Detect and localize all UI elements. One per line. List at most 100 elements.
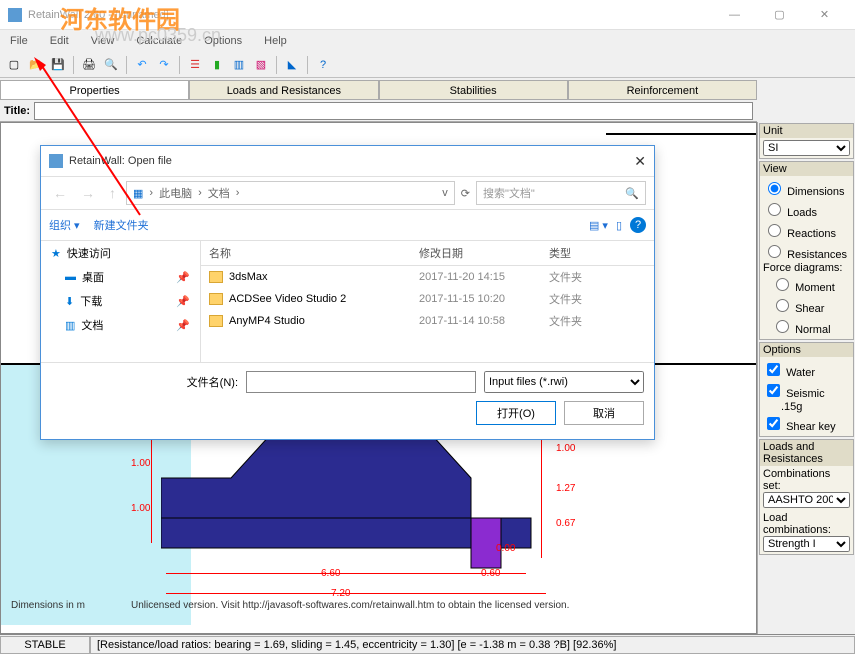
- view-reactions[interactable]: Reactions: [763, 220, 850, 241]
- unit-select[interactable]: SI: [763, 140, 850, 156]
- file-list: 名称 修改日期 类型 3dsMax2017-11-20 14:15文件夹 ACD…: [201, 241, 654, 362]
- dim-left2: 1.00: [131, 503, 150, 514]
- view-dimensions[interactable]: Dimensions: [763, 178, 850, 199]
- status-ratios: [Resistance/load ratios: bearing = 1.69,…: [90, 636, 855, 654]
- menu-file[interactable]: File: [6, 33, 32, 49]
- side-docs[interactable]: ▥文档📌: [41, 313, 200, 337]
- title-input[interactable]: [34, 102, 753, 120]
- tab-stabilities[interactable]: Stabilities: [379, 80, 568, 99]
- panel-options: Options Water Seismic .15g Shear key: [759, 342, 854, 437]
- close-button[interactable]: ✕: [802, 1, 847, 29]
- force-diagrams-label: Force diagrams:: [763, 262, 850, 274]
- panel-unit: Unit SI: [759, 123, 854, 159]
- title-row: Title:: [0, 100, 757, 122]
- search-input[interactable]: 搜索"文档" 🔍: [476, 181, 646, 205]
- nav-up-icon[interactable]: ↑: [105, 185, 120, 201]
- dim-left1: 1.00: [131, 458, 150, 469]
- undo-icon[interactable]: ↶: [132, 55, 152, 75]
- menu-help[interactable]: Help: [260, 33, 291, 49]
- organize-menu[interactable]: 组织 ▾: [49, 217, 80, 233]
- view-moment[interactable]: Moment: [763, 274, 850, 295]
- nav-back-icon[interactable]: ←: [49, 185, 71, 201]
- dialog-icon: [49, 154, 63, 168]
- view-mode-icon[interactable]: ▤ ▾: [589, 219, 608, 232]
- main-tabs: Properties Loads and Resistances Stabili…: [0, 78, 757, 100]
- menu-edit[interactable]: Edit: [46, 33, 73, 49]
- view-loads[interactable]: Loads: [763, 199, 850, 220]
- loadcombo-label: Load combinations:: [763, 512, 850, 536]
- unit-header: Unit: [760, 124, 853, 138]
- folder-icon: [209, 293, 223, 305]
- help-icon[interactable]: ?: [313, 55, 333, 75]
- folder-icon: [209, 315, 223, 327]
- tool3-icon[interactable]: ▥: [229, 55, 249, 75]
- open-file-dialog: RetainWall: Open file ✕ ← → ↑ ▦ › 此电脑 › …: [40, 145, 655, 440]
- filename-input[interactable]: [246, 371, 476, 393]
- options-header: Options: [760, 343, 853, 357]
- filetype-select[interactable]: Input files (*.rwi): [484, 371, 644, 393]
- dim-right2: 1.27: [556, 483, 575, 494]
- list-item[interactable]: ACDSee Video Studio 22017-11-15 10:20文件夹: [201, 288, 654, 310]
- side-desktop[interactable]: ▬桌面📌: [41, 265, 200, 289]
- comboset-label: Combinations set:: [763, 468, 850, 492]
- statusbar: STABLE [Resistance/load ratios: bearing …: [0, 634, 855, 654]
- dimensions-unit-note: Dimensions in m: [11, 600, 85, 611]
- cancel-button[interactable]: 取消: [564, 401, 644, 425]
- view-resistances[interactable]: Resistances: [763, 241, 850, 262]
- open-button[interactable]: 打开(O): [476, 401, 556, 425]
- nav-forward-icon[interactable]: →: [77, 185, 99, 201]
- dialog-close-button[interactable]: ✕: [634, 153, 646, 170]
- col-date[interactable]: 修改日期: [419, 245, 549, 261]
- help-dialog-icon[interactable]: ?: [630, 217, 646, 233]
- opt-seismic-val: .15g: [763, 401, 850, 413]
- list-item[interactable]: 3dsMax2017-11-20 14:15文件夹: [201, 266, 654, 288]
- tab-reinforcement[interactable]: Reinforcement: [568, 80, 757, 99]
- lr-header: Loads and Resistances: [760, 440, 853, 466]
- license-note: Unlicensed version. Visit http://javasof…: [131, 600, 569, 611]
- tab-loads[interactable]: Loads and Resistances: [189, 80, 378, 99]
- view-normal[interactable]: Normal: [763, 316, 850, 337]
- refresh-icon[interactable]: ⟳: [461, 187, 470, 200]
- preview-pane-icon[interactable]: ▯: [616, 219, 622, 232]
- preview-icon[interactable]: 🔍: [101, 55, 121, 75]
- tab-properties[interactable]: Properties: [0, 80, 189, 99]
- panel-view: View Dimensions Loads Reactions Resistan…: [759, 161, 854, 340]
- list-item[interactable]: AnyMP4 Studio2017-11-14 10:58文件夹: [201, 310, 654, 332]
- toolbar: ▢ 📂 💾 🖨 🔍 ↶ ↷ ☰ ▮ ▥ ▧ ◣ ?: [0, 52, 855, 78]
- tool2-icon[interactable]: ▮: [207, 55, 227, 75]
- redo-icon[interactable]: ↷: [154, 55, 174, 75]
- newfolder-button[interactable]: 新建文件夹: [94, 217, 149, 233]
- opt-shearkey[interactable]: Shear key: [763, 413, 850, 434]
- side-downloads[interactable]: ⬇下载📌: [41, 289, 200, 313]
- tool1-icon[interactable]: ☰: [185, 55, 205, 75]
- sidebar: Unit SI View Dimensions Loads Reactions …: [757, 122, 855, 634]
- print-icon[interactable]: 🖨: [79, 55, 99, 75]
- new-icon[interactable]: ▢: [4, 55, 24, 75]
- minimize-button[interactable]: —: [712, 1, 757, 29]
- comboset-select[interactable]: AASHTO 2007: [763, 492, 850, 508]
- folder-icon: [209, 271, 223, 283]
- status-stable: STABLE: [0, 636, 90, 654]
- dialog-title: RetainWall: Open file: [69, 155, 172, 167]
- col-type[interactable]: 类型: [549, 245, 571, 261]
- breadcrumb[interactable]: ▦ › 此电脑 › 文档 › v: [126, 181, 455, 205]
- col-name[interactable]: 名称: [209, 245, 419, 261]
- dim-right3: 0.67: [556, 518, 575, 529]
- app-icon: [8, 8, 22, 22]
- filename-label: 文件名(N):: [187, 374, 238, 390]
- maximize-button[interactable]: ▢: [757, 1, 802, 29]
- view-shear[interactable]: Shear: [763, 295, 850, 316]
- loadcombo-select[interactable]: Strength I: [763, 536, 850, 552]
- panel-lr: Loads and Resistances Combinations set: …: [759, 439, 854, 555]
- title-label: Title:: [4, 105, 30, 117]
- side-quick[interactable]: ★快速访问: [41, 241, 200, 265]
- opt-water[interactable]: Water: [763, 359, 850, 380]
- tool4-icon[interactable]: ▧: [251, 55, 271, 75]
- open-icon[interactable]: 📂: [26, 55, 46, 75]
- opt-seismic[interactable]: Seismic: [763, 380, 850, 401]
- save-icon[interactable]: 💾: [48, 55, 68, 75]
- dim-zero: 0.00: [496, 543, 515, 554]
- watermark-url: www.pc0359.cn: [95, 25, 221, 46]
- wall-icon[interactable]: ◣: [282, 55, 302, 75]
- view-header: View: [760, 162, 853, 176]
